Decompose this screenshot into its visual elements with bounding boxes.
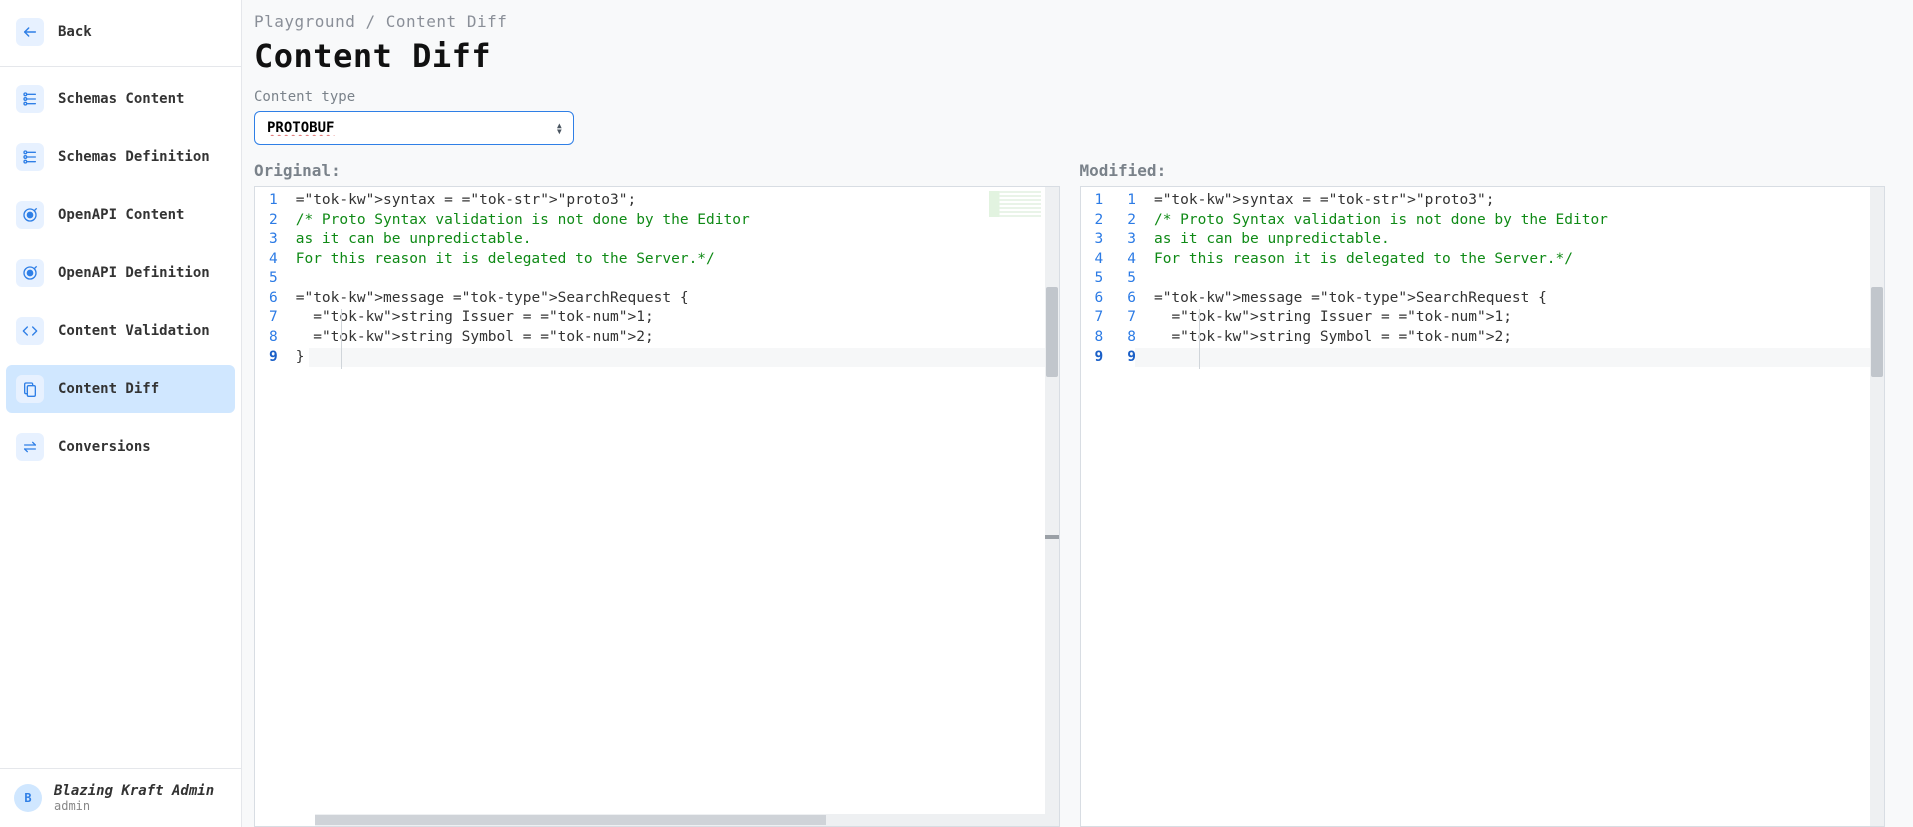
- schema-icon: [16, 143, 44, 171]
- avatar: B: [14, 784, 42, 812]
- line-gutter-secondary: 1 2 3 4 5 6 7 8 9: [1113, 187, 1146, 826]
- scroll-overview-mark: [1045, 535, 1059, 539]
- swap-icon: [16, 433, 44, 461]
- diff-container: Original: 1 2 3 4 5 6 7 8 9 ="tok-kw">sy…: [254, 161, 1885, 827]
- code-icon: [16, 317, 44, 345]
- back-button[interactable]: Back: [6, 8, 235, 56]
- target-icon: [16, 259, 44, 287]
- user-footer[interactable]: B Blazing Kraft Admin admin: [0, 768, 241, 827]
- target-icon: [16, 201, 44, 229]
- indent-guide: [341, 309, 342, 369]
- breadcrumb-leaf: Content Diff: [386, 12, 508, 31]
- sidebar: Back Schemas Content Schemas Definition …: [0, 0, 242, 827]
- sidebar-item-content-validation[interactable]: Content Validation: [6, 307, 235, 355]
- main: Playground / Content Diff Content Diff C…: [242, 0, 1913, 827]
- line-gutter: 1 2 3 4 5 6 7 8 9: [255, 187, 288, 826]
- user-name: Blazing Kraft Admin: [54, 783, 214, 799]
- sidebar-item-schemas-content[interactable]: Schemas Content: [6, 75, 235, 123]
- code-area[interactable]: ="tok-kw">syntax = ="tok-str">"proto3"; …: [288, 187, 1059, 826]
- divider: [0, 66, 241, 67]
- sidebar-item-schemas-definition[interactable]: Schemas Definition: [6, 133, 235, 181]
- arrow-left-icon: [16, 18, 44, 46]
- indent-guide: [1199, 309, 1200, 369]
- sidebar-item-openapi-content[interactable]: OpenAPI Content: [6, 191, 235, 239]
- minimap[interactable]: [989, 191, 1041, 217]
- horizontal-scrollbar[interactable]: [315, 814, 1045, 826]
- sidebar-item-content-diff[interactable]: Content Diff: [6, 365, 235, 413]
- sidebar-item-label: Schemas Content: [58, 91, 184, 107]
- original-editor[interactable]: 1 2 3 4 5 6 7 8 9 ="tok-kw">syntax = ="t…: [254, 186, 1060, 827]
- code-area[interactable]: ="tok-kw">syntax = ="tok-str">"proto3"; …: [1146, 187, 1884, 826]
- schema-icon: [16, 85, 44, 113]
- sidebar-nav: Schemas Content Schemas Definition OpenA…: [0, 69, 241, 477]
- content-type-input[interactable]: [267, 120, 543, 136]
- page-title: Content Diff: [254, 37, 1885, 75]
- original-label: Original:: [254, 161, 1060, 180]
- modified-editor[interactable]: 1 2 3 4 5 6 7 8 9 1 2 3 4 5 6 7 8 9 ="to…: [1080, 186, 1886, 827]
- content-type-combobox[interactable]: ▴▾: [254, 111, 574, 145]
- breadcrumb-root[interactable]: Playground: [254, 12, 355, 31]
- sidebar-item-label: OpenAPI Content: [58, 207, 184, 223]
- line-gutter: 1 2 3 4 5 6 7 8 9: [1081, 187, 1114, 826]
- original-column: Original: 1 2 3 4 5 6 7 8 9 ="tok-kw">sy…: [254, 161, 1060, 827]
- sidebar-item-label: Schemas Definition: [58, 149, 210, 165]
- breadcrumb: Playground / Content Diff: [254, 8, 1885, 31]
- vertical-scrollbar[interactable]: [1870, 187, 1884, 826]
- sidebar-item-label: Conversions: [58, 439, 151, 455]
- modified-column: Modified: 1 2 3 4 5 6 7 8 9 1 2 3 4 5 6 …: [1080, 161, 1886, 827]
- sidebar-item-label: Content Diff: [58, 381, 159, 397]
- sidebar-item-openapi-definition[interactable]: OpenAPI Definition: [6, 249, 235, 297]
- user-role: admin: [54, 799, 214, 813]
- content-type-label: Content type: [254, 89, 1885, 105]
- scroll-thumb[interactable]: [1046, 287, 1058, 377]
- back-label: Back: [58, 24, 92, 40]
- chevrons-icon: ▴▾: [556, 122, 563, 134]
- scroll-thumb[interactable]: [1871, 287, 1883, 377]
- sidebar-item-label: Content Validation: [58, 323, 210, 339]
- diff-icon: [16, 375, 44, 403]
- scroll-thumb[interactable]: [315, 815, 826, 825]
- breadcrumb-sep: /: [365, 12, 375, 31]
- modified-label: Modified:: [1080, 161, 1886, 180]
- content-type-field: Content type ▴▾: [254, 89, 1885, 145]
- vertical-scrollbar[interactable]: [1045, 187, 1059, 826]
- sidebar-item-label: OpenAPI Definition: [58, 265, 210, 281]
- sidebar-item-conversions[interactable]: Conversions: [6, 423, 235, 471]
